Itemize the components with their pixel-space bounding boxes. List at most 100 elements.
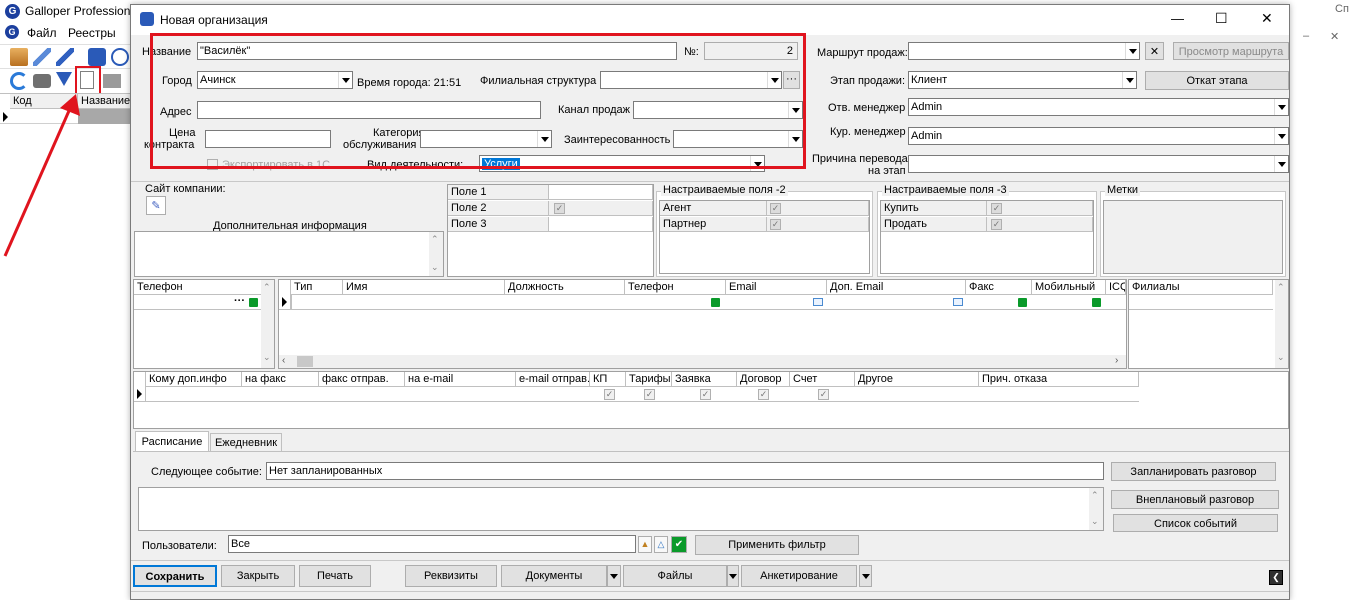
- custom3-sell-value[interactable]: [987, 217, 1093, 232]
- branches-header[interactable]: Филиалы: [1129, 280, 1273, 295]
- scroll-down-icon[interactable]: ⌄: [1091, 516, 1099, 527]
- contacts-col-fax[interactable]: Факс: [966, 280, 1032, 295]
- stage-back-button[interactable]: Откат этапа: [1145, 71, 1289, 90]
- menu-file[interactable]: Файл: [27, 26, 57, 40]
- custom3-buy-checkbox[interactable]: ✓: [991, 203, 1002, 214]
- plan-call-button[interactable]: Запланировать разговор: [1111, 462, 1276, 481]
- tab-diary[interactable]: Ежедневник: [210, 433, 282, 452]
- custom3-sell-checkbox[interactable]: ✓: [991, 219, 1002, 230]
- book-icon[interactable]: [10, 48, 28, 66]
- scroll-up-icon[interactable]: ⌃: [431, 234, 439, 245]
- export-icon[interactable]: [103, 74, 121, 88]
- apply-filter-button[interactable]: Применить фильтр: [695, 535, 859, 555]
- reason-select[interactable]: [908, 155, 1289, 173]
- chevron-down-icon[interactable]: [1125, 43, 1139, 59]
- dist-col-email[interactable]: на e-mail: [405, 372, 516, 387]
- dist-col-invoice[interactable]: Счет: [790, 372, 855, 387]
- route-view-button[interactable]: Просмотр маршрута: [1173, 42, 1289, 60]
- close-window-button[interactable]: ✕: [1261, 10, 1273, 27]
- scroll-down-icon[interactable]: ⌄: [1277, 352, 1285, 363]
- dist-col-email-sent[interactable]: e-mail отправ.: [516, 372, 590, 387]
- route-clear-button[interactable]: ✕: [1145, 42, 1164, 60]
- field-1-value[interactable]: [549, 185, 653, 200]
- dist-col-other[interactable]: Другое: [855, 372, 979, 387]
- car-icon[interactable]: [33, 74, 51, 88]
- email-icon[interactable]: [953, 298, 963, 306]
- phone-call-icon[interactable]: [711, 298, 720, 307]
- field-2-checkbox[interactable]: ✓: [554, 203, 565, 214]
- close-button[interactable]: Закрыть: [221, 565, 295, 587]
- contacts-col-type[interactable]: Тип: [291, 280, 343, 295]
- contacts-hscrollbar[interactable]: ‹ ›: [279, 355, 1126, 368]
- resp-manager-select[interactable]: Admin: [908, 98, 1289, 116]
- scroll-up-icon[interactable]: ⌃: [1277, 282, 1285, 293]
- dist-contract-checkbox[interactable]: ✓: [758, 389, 769, 400]
- phone-more-button[interactable]: ···: [234, 295, 245, 307]
- phone-scrollbar[interactable]: ⌃ ⌄: [261, 280, 274, 368]
- schedule-list-scrollbar[interactable]: ⌃ ⌄: [1089, 488, 1103, 530]
- maximize-button[interactable]: ☐: [1215, 10, 1228, 27]
- clock-icon[interactable]: [111, 48, 129, 66]
- dist-col-tariffs[interactable]: Тарифы: [626, 372, 672, 387]
- sort-up-icon[interactable]: ▲: [638, 536, 652, 553]
- tool-icon[interactable]: [56, 48, 74, 66]
- refresh-icon[interactable]: [10, 72, 28, 90]
- files-dropdown[interactable]: [727, 565, 739, 587]
- distribution-row[interactable]: ✓ ✓ ✓ ✓ ✓: [134, 387, 1139, 402]
- dist-col-fax-sent[interactable]: факс отправ.: [319, 372, 405, 387]
- phone-row[interactable]: ···: [134, 295, 262, 310]
- database-icon[interactable]: [88, 48, 106, 66]
- scroll-down-icon[interactable]: ⌄: [263, 352, 271, 363]
- contacts-col-name[interactable]: Имя: [343, 280, 505, 295]
- custom2-partner-value[interactable]: [767, 217, 869, 232]
- apply-check-icon[interactable]: ✔: [671, 536, 687, 553]
- schedule-list[interactable]: ⌃ ⌄: [138, 487, 1104, 531]
- wrench-icon[interactable]: [33, 48, 51, 66]
- save-button[interactable]: Сохранить: [133, 565, 217, 587]
- dist-kp-checkbox[interactable]: ✓: [604, 389, 615, 400]
- dist-col-to[interactable]: Кому доп.инфо: [146, 372, 242, 387]
- scroll-thumb[interactable]: [297, 356, 313, 367]
- custom2-agent-value[interactable]: [767, 201, 869, 216]
- requisites-button[interactable]: Реквизиты: [405, 565, 497, 587]
- dist-invoice-checkbox[interactable]: ✓: [818, 389, 829, 400]
- scroll-up-icon[interactable]: ⌃: [263, 282, 271, 293]
- documents-button[interactable]: Документы: [501, 565, 607, 587]
- custom2-agent-checkbox[interactable]: ✓: [770, 203, 781, 214]
- dist-tariffs-checkbox[interactable]: ✓: [644, 389, 655, 400]
- phone-header[interactable]: Телефон: [134, 280, 262, 295]
- dist-col-request[interactable]: Заявка: [672, 372, 737, 387]
- filter-icon[interactable]: [56, 72, 72, 86]
- contacts-col-phone[interactable]: Телефон: [625, 280, 726, 295]
- contacts-col-email[interactable]: Email: [726, 280, 827, 295]
- contacts-col-icq[interactable]: ICQ: [1106, 280, 1126, 295]
- minimize-button[interactable]: —: [1171, 11, 1184, 26]
- scroll-left-icon[interactable]: ‹: [282, 355, 285, 366]
- users-field[interactable]: Все: [228, 535, 636, 553]
- contacts-col-extra-email[interactable]: Доп. Email: [827, 280, 966, 295]
- custom3-buy-value[interactable]: [987, 201, 1093, 216]
- dist-col-fax[interactable]: на факс: [242, 372, 319, 387]
- events-list-button[interactable]: Список событий: [1113, 514, 1278, 532]
- phone-call-icon[interactable]: [249, 298, 258, 307]
- fax-call-icon[interactable]: [1018, 298, 1027, 307]
- contacts-col-mobile[interactable]: Мобильный: [1032, 280, 1106, 295]
- chevron-down-icon[interactable]: [1274, 99, 1288, 115]
- filter-up-icon[interactable]: △: [654, 536, 668, 553]
- dist-col-contract[interactable]: Договор: [737, 372, 790, 387]
- edit-site-button[interactable]: ✎: [146, 196, 166, 215]
- scroll-down-icon[interactable]: ⌄: [431, 262, 439, 273]
- extra-info-textarea[interactable]: ⌃ ⌄: [134, 231, 444, 277]
- survey-button[interactable]: Анкетирование: [741, 565, 857, 587]
- tags-area[interactable]: [1103, 200, 1283, 274]
- route-select[interactable]: [908, 42, 1140, 60]
- field-3-value[interactable]: [549, 217, 653, 232]
- documents-dropdown[interactable]: [607, 565, 621, 587]
- unplanned-call-button[interactable]: Внеплановый разговор: [1111, 490, 1279, 509]
- branches-scrollbar[interactable]: ⌃ ⌄: [1275, 280, 1288, 368]
- dist-col-reject-reason[interactable]: Прич. отказа: [979, 372, 1139, 387]
- branches-row[interactable]: [1129, 295, 1273, 310]
- files-button[interactable]: Файлы: [623, 565, 727, 587]
- mobile-call-icon[interactable]: [1092, 298, 1101, 307]
- contacts-col-position[interactable]: Должность: [505, 280, 625, 295]
